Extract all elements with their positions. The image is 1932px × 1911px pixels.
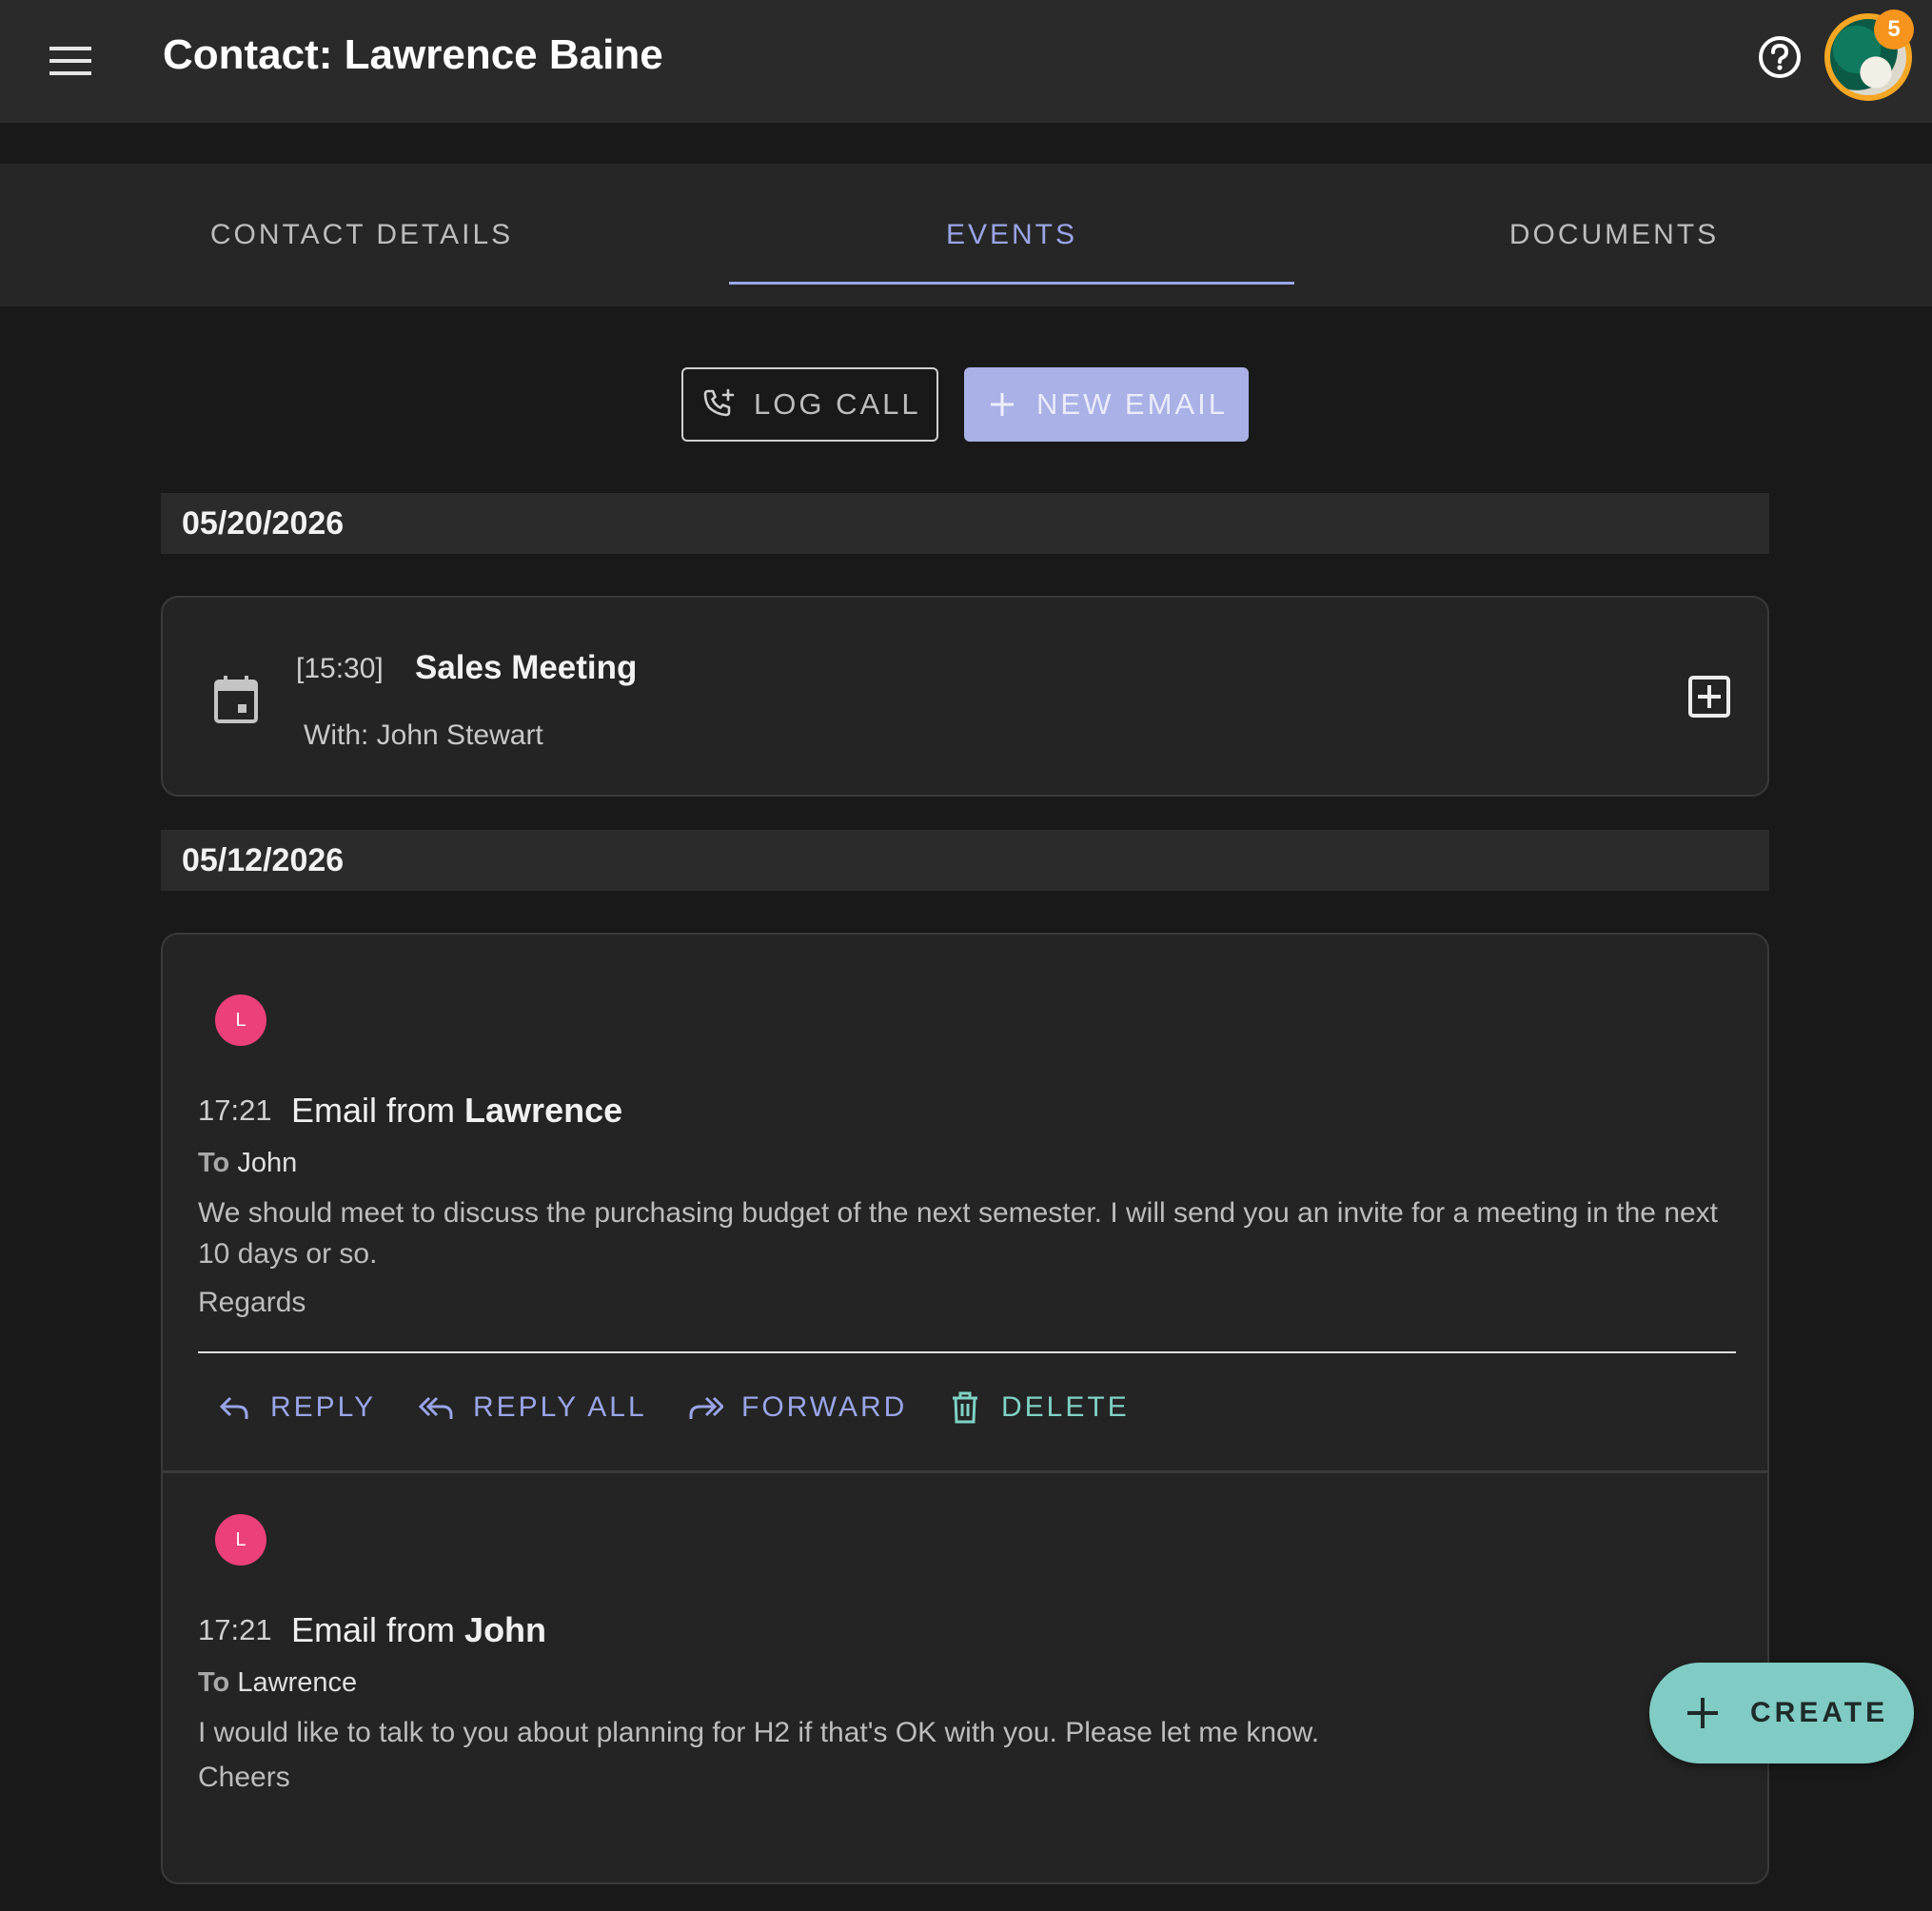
tab-events[interactable]: EVENTS [729,164,1294,306]
meeting-title: Sales Meeting [415,649,638,686]
create-label: CREATE [1750,1697,1889,1728]
tab-bar: CONTACT DETAILS EVENTS DOCUMENTS [0,164,1932,306]
to-name: John [237,1148,298,1178]
reply-all-icon [418,1389,456,1427]
reply-button[interactable]: REPLY [215,1389,376,1427]
email-time: 17:21 [198,1613,272,1646]
delete-label: DELETE [1001,1391,1130,1423]
email-recipient: To John [198,1148,297,1179]
email-subject: Email from John [291,1610,546,1650]
email-body: We should meet to discuss the purchasing… [198,1197,1719,1270]
calendar-event-icon [214,676,258,723]
email-subject: Email from Lawrence [291,1091,622,1131]
user-avatar-button[interactable]: 5 [1824,10,1914,101]
new-email-button[interactable]: NEW EMAIL [964,367,1249,442]
email-item: L 17:21 Email from John To Lawrence I wo… [163,1470,1767,1911]
email-time: 17:21 [198,1093,272,1127]
email-subject-prefix: Email from [291,1610,456,1649]
expand-plus-box-icon[interactable] [1686,674,1732,719]
meeting-event-card[interactable]: [15:30] Sales Meeting With: John Stewart [161,596,1769,797]
notification-badge: 5 [1874,10,1914,49]
reply-label: REPLY [270,1391,377,1423]
sender-avatar: L [215,995,266,1046]
delete-button[interactable]: DELETE [946,1389,1130,1427]
menu-button[interactable] [46,36,95,86]
forward-button[interactable]: FORWARD [686,1389,907,1427]
forward-icon [686,1389,724,1427]
reply-all-label: REPLY ALL [473,1391,647,1423]
reply-all-button[interactable]: REPLY ALL [418,1389,647,1427]
create-fab-button[interactable]: CREATE [1649,1663,1914,1763]
email-subject-name: John [464,1610,547,1649]
email-signoff: Regards [198,1287,306,1318]
email-body: I would like to talk to you about planni… [198,1717,1320,1748]
divider [198,1351,1736,1353]
reply-icon [215,1389,253,1427]
new-email-label: NEW EMAIL [1036,387,1228,421]
email-item: L 17:21 Email from Lawrence To John We s… [163,935,1767,1470]
date-header: 05/12/2026 [161,830,1769,891]
email-recipient: To Lawrence [198,1667,357,1699]
to-label: To [198,1667,230,1698]
help-icon [1759,36,1801,78]
log-call-button[interactable]: LOG CALL [681,367,938,442]
help-button[interactable] [1755,32,1804,82]
meeting-participants: With: John Stewart [304,719,543,751]
to-label: To [198,1148,230,1178]
tab-contact-details[interactable]: CONTACT DETAILS [57,164,666,306]
email-subject-name: Lawrence [464,1091,623,1130]
plus-icon [1684,1694,1722,1732]
email-subject-prefix: Email from [291,1091,456,1130]
tab-documents[interactable]: DOCUMENTS [1357,164,1871,306]
active-tab-indicator [729,282,1294,285]
meeting-time: [15:30] [296,653,384,684]
add-call-icon [702,387,737,422]
plus-icon [985,387,1019,422]
forward-label: FORWARD [741,1391,908,1423]
log-call-label: LOG CALL [754,387,921,421]
sender-avatar: L [215,1514,266,1566]
to-name: Lawrence [237,1667,358,1698]
date-header: 05/20/2026 [161,493,1769,554]
trash-icon [946,1389,984,1427]
app-bar: Contact: Lawrence Baine 5 [0,0,1932,123]
hamburger-menu-icon [49,47,91,75]
email-signoff: Cheers [198,1762,290,1793]
page-title: Contact: Lawrence Baine [163,31,663,78]
email-thread-card: L 17:21 Email from Lawrence To John We s… [161,933,1769,1884]
